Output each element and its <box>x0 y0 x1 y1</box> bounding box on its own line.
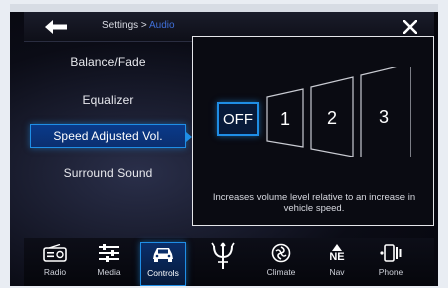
nav-heading-text: NE <box>329 250 345 263</box>
trident-logo-icon <box>211 242 235 269</box>
menu-item-equalizer[interactable]: Equalizer <box>30 88 186 112</box>
dock-home-logo[interactable] <box>200 242 246 286</box>
back-arrow-icon <box>45 20 67 34</box>
dock-media[interactable]: Media <box>86 242 132 286</box>
dock-label: Controls <box>147 268 179 278</box>
phone-icon <box>380 244 402 262</box>
compass-ne-icon <box>332 243 342 251</box>
dock-label: Phone <box>378 267 404 277</box>
bezel <box>10 4 438 12</box>
dock-nav[interactable]: NE Nav <box>314 242 360 286</box>
speed-adjusted-volume-panel: OFF 1 2 3 Increases volume level relativ… <box>192 36 434 226</box>
close-icon <box>403 20 417 34</box>
level-off-label: OFF <box>223 110 253 128</box>
menu-item-label: Speed Adjusted Vol. <box>53 129 163 143</box>
dock-label: Media <box>97 267 121 277</box>
dock-phone[interactable]: Phone <box>368 242 414 286</box>
menu-item-label: Balance/Fade <box>70 55 146 69</box>
level-2-button[interactable]: 2 <box>311 89 353 147</box>
level-1-label: 1 <box>279 108 290 129</box>
radio-icon <box>43 244 67 262</box>
breadcrumb-parent[interactable]: Settings > <box>102 20 149 31</box>
volume-level-selector: OFF 1 2 3 <box>217 67 411 157</box>
menu-item-label: Surround Sound <box>63 166 153 180</box>
menu-item-label: Equalizer <box>82 93 134 107</box>
level-2-label: 2 <box>326 107 337 128</box>
car-icon <box>153 248 173 262</box>
level-off-button[interactable]: OFF <box>217 102 259 136</box>
breadcrumb: Settings > Audio <box>102 20 175 31</box>
close-button[interactable] <box>398 16 422 38</box>
climate-icon <box>271 243 291 263</box>
dock-label: Radio <box>43 267 67 277</box>
audio-settings-menu: Balance/Fade Equalizer Speed Adjusted Vo… <box>10 44 200 253</box>
level-3-button[interactable]: 3 <box>361 81 407 153</box>
menu-item-surround-sound[interactable]: Surround Sound <box>30 161 186 185</box>
setting-description: Increases volume level relative to an in… <box>212 192 416 214</box>
bottom-dock: Radio Media Controls Climate NE Nav Phon… <box>24 238 434 286</box>
dock-climate[interactable]: Climate <box>258 242 304 286</box>
dock-controls[interactable]: Controls <box>140 242 186 286</box>
level-1-button[interactable]: 1 <box>267 97 303 141</box>
level-3-label: 3 <box>378 106 389 127</box>
menu-item-speed-adjusted-volume[interactable]: Speed Adjusted Vol. <box>30 124 192 148</box>
menu-item-balance-fade[interactable]: Balance/Fade <box>30 50 186 74</box>
dock-radio[interactable]: Radio <box>32 242 78 286</box>
back-button[interactable] <box>42 16 70 38</box>
dock-label: Nav <box>329 267 345 277</box>
media-icon <box>99 244 119 262</box>
breadcrumb-current: Audio <box>148 20 175 31</box>
display-frame: Settings > Audio Balance/Fade Equalizer … <box>0 0 448 288</box>
infotainment-screen: Settings > Audio Balance/Fade Equalizer … <box>10 4 438 286</box>
dock-label: Climate <box>266 267 296 277</box>
